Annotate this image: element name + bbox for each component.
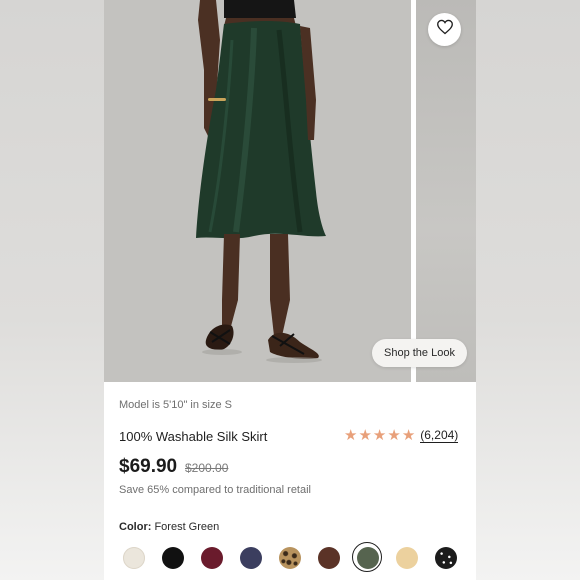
product-title: 100% Washable Silk Skirt — [119, 429, 268, 444]
color-label-prefix: Color: — [119, 521, 152, 533]
product-card: Shop the Look Model is 5'10" in size S 1… — [104, 0, 476, 580]
swatch-brown[interactable] — [318, 547, 340, 569]
product-image-main[interactable] — [104, 0, 411, 382]
swatch-burgundy[interactable] — [201, 547, 223, 569]
star-icon: ★ — [387, 427, 401, 444]
background-left — [0, 0, 104, 580]
rating[interactable]: ★ ★ ★ ★ ★ (6,204) — [344, 428, 459, 443]
shop-the-look-button[interactable]: Shop the Look — [372, 339, 467, 367]
original-price: $200.00 — [185, 461, 229, 475]
star-icon: ★ — [344, 427, 358, 444]
swatch-forest-green[interactable] — [352, 542, 382, 572]
star-icon: ★ — [372, 427, 387, 444]
product-image-next[interactable] — [416, 0, 476, 382]
color-label: Color: Forest Green — [119, 521, 219, 533]
swatch-leopard[interactable] — [279, 547, 301, 569]
star-icon: ★ — [358, 427, 372, 444]
swatch-ivory[interactable] — [123, 547, 145, 569]
selected-color-name: Forest Green — [154, 521, 220, 533]
rating-stars: ★ ★ ★ ★ ★ — [344, 428, 416, 443]
model-photo — [104, 0, 411, 382]
background-right — [476, 0, 580, 580]
savings-text: Save 65% compared to traditional retail — [119, 484, 311, 496]
swatch-sand[interactable] — [396, 547, 418, 569]
star-icon: ★ — [401, 427, 416, 444]
heart-icon — [436, 19, 454, 40]
model-size-note: Model is 5'10" in size S — [119, 399, 233, 411]
color-swatches — [123, 542, 474, 572]
swatch-black[interactable] — [162, 547, 184, 569]
favorite-button[interactable] — [428, 13, 461, 46]
swatch-black-dot[interactable] — [435, 547, 457, 569]
sale-price: $69.90 — [119, 456, 178, 477]
swatch-navy[interactable] — [240, 547, 262, 569]
review-count-link[interactable]: (6,204) — [420, 428, 459, 443]
